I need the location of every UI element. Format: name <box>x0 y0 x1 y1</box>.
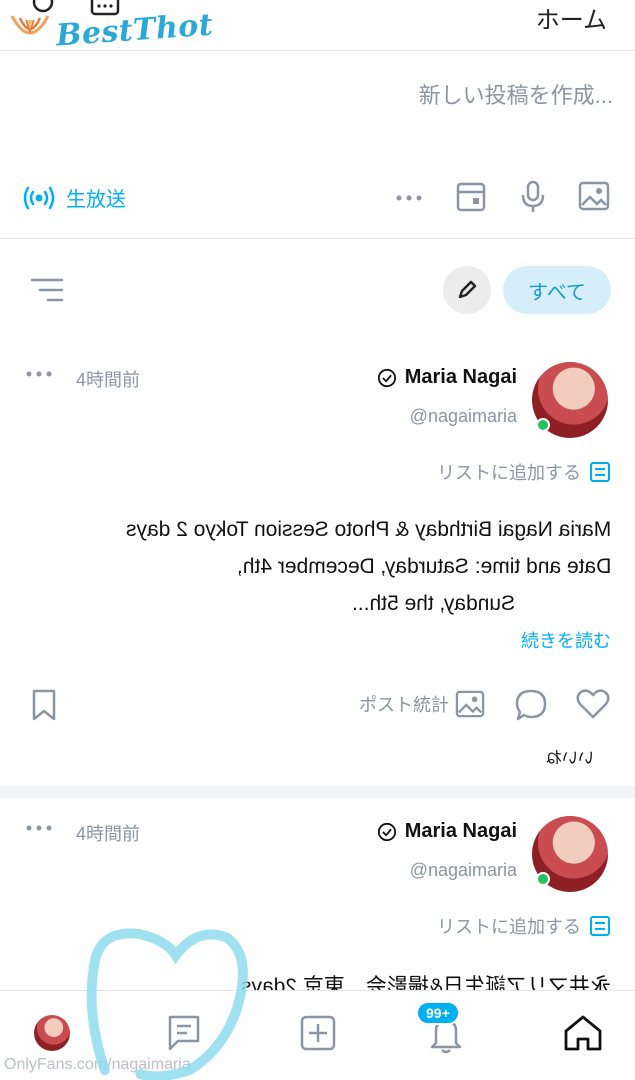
post-body-line: Maria Nagai Birthday & Photo Session Tok… <box>125 518 611 541</box>
watermark: OnlyFans.com/nagaimaria <box>4 1056 191 1073</box>
header-divider <box>0 50 635 51</box>
chat-icon[interactable] <box>166 1013 202 1053</box>
more-icon <box>26 371 52 377</box>
notification-badge: 99+ <box>416 1001 460 1025</box>
author-name: Maria Nagai <box>404 820 517 842</box>
post-time: 4時間前 <box>76 824 141 844</box>
message-icon[interactable] <box>90 0 120 22</box>
post-options-button[interactable] <box>24 818 54 838</box>
post-time: 4時間前 <box>76 370 141 390</box>
logo-text: BestThot <box>54 7 215 53</box>
search-icon[interactable] <box>28 0 58 22</box>
new-post-input[interactable]: 新しい投稿を作成... <box>419 78 613 110</box>
author-handle[interactable]: @nagaimaria <box>410 406 517 427</box>
post-author[interactable]: Maria Nagai <box>377 366 517 389</box>
filter-all-button[interactable]: すべて <box>503 266 611 314</box>
author-handle[interactable]: @nagaimaria <box>410 860 517 881</box>
avatar[interactable] <box>34 1015 70 1051</box>
post-body-line: Date and time: Saturday, December 4th, <box>236 555 611 578</box>
live-broadcast-button[interactable]: 生放送 <box>22 183 126 212</box>
likes-count: いいね <box>546 750 595 767</box>
pencil-icon <box>458 280 477 299</box>
image-icon[interactable] <box>578 180 610 212</box>
page-title: ホーム <box>535 7 607 34</box>
comment-icon[interactable] <box>514 688 548 722</box>
calendar-icon[interactable] <box>456 180 486 212</box>
live-broadcast-icon <box>23 186 55 209</box>
post-options-button[interactable] <box>24 364 54 384</box>
microphone-icon[interactable] <box>520 180 546 214</box>
sort-icon[interactable] <box>30 276 64 304</box>
edit-filter-button[interactable] <box>443 266 491 314</box>
more-icon <box>26 825 52 831</box>
home-icon[interactable] <box>562 1013 604 1053</box>
post-body-line: Sunday, the 5th... <box>351 592 515 615</box>
post-author[interactable]: Maria Nagai <box>377 820 517 843</box>
author-name: Maria Nagai <box>404 366 517 388</box>
image-icon <box>455 690 485 718</box>
plus-icon[interactable] <box>300 1015 336 1051</box>
list-icon <box>590 916 610 936</box>
verified-icon <box>377 368 396 387</box>
post-stats-label: ポスト統計 <box>359 695 449 715</box>
live-broadcast-label: 生放送 <box>66 189 126 211</box>
read-more-link[interactable]: 続きを読む <box>521 627 611 653</box>
bookmark-icon[interactable] <box>30 688 58 722</box>
post-separator <box>0 786 635 798</box>
add-to-list-label: リストに追加する <box>437 463 581 483</box>
add-to-list-button[interactable]: リストに追加する <box>437 459 611 485</box>
add-to-list-button[interactable]: リストに追加する <box>437 913 611 939</box>
more-icon[interactable] <box>394 186 424 210</box>
verified-icon <box>377 822 396 841</box>
post-stats-button[interactable]: ポスト統計 <box>359 690 485 718</box>
online-indicator <box>536 872 550 886</box>
add-to-list-label: リストに追加する <box>437 917 581 937</box>
list-icon <box>590 462 610 482</box>
heart-icon[interactable] <box>576 688 610 720</box>
online-indicator <box>536 418 550 432</box>
composer-divider <box>0 238 635 239</box>
